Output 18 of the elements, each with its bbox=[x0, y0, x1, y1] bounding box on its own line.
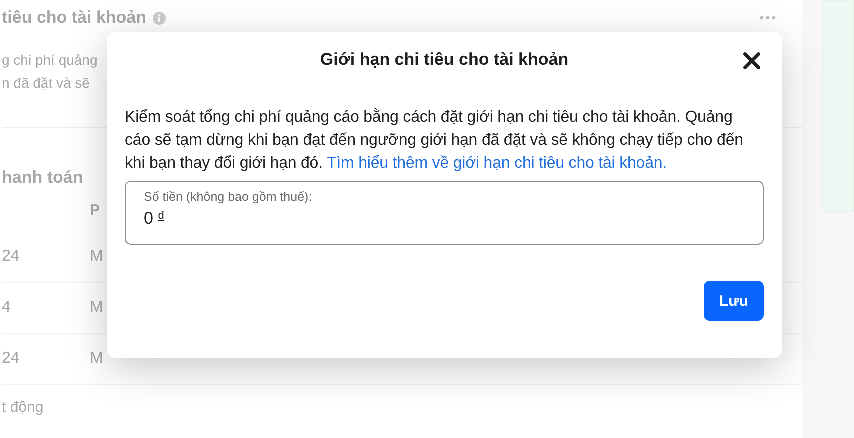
table-cell-text: 24 bbox=[2, 248, 21, 266]
learn-more-link[interactable]: Tìm hiểu thêm về giới hạn chi tiêu cho tài khoản. bbox=[327, 155, 668, 172]
section-title: hanh toán bbox=[2, 168, 84, 188]
table-cell-text: 24 bbox=[2, 350, 21, 368]
table-cell: M bbox=[90, 350, 104, 368]
dialog-title: Giới hạn chi tiêu cho tài khoản bbox=[320, 50, 569, 70]
table-cell-text: 4 bbox=[2, 299, 12, 317]
description-paragraph: Kiểm soát tổng chi phí quảng cáo bằng cách đặt giới hạn chi tiêu cho tài khoản. Quảng cáo sẽ tạm dừng khi bạn đạt đến ngưỡng giới hạn đã đặt và sẽ không chạy tiếp cho đến khi bạn thay đổi giới hạn đó. Tìm hiểu thêm về giới hạn chi tiêu cho tài khoản. bbox=[125, 107, 744, 174]
link-text[interactable]: t động bbox=[2, 399, 802, 416]
table-cell: M bbox=[90, 299, 104, 317]
card-title: tiêu cho tài khoản bbox=[2, 8, 147, 28]
save-button[interactable]: Lưu bbox=[704, 281, 764, 321]
description-text: n đã đặt và sẽ bbox=[2, 74, 90, 93]
info-icon bbox=[152, 12, 166, 24]
description-text: g chi phí quảng bbox=[2, 51, 98, 70]
table-cell: M bbox=[90, 248, 104, 266]
amount-field[interactable]: Số tiền (không bao gồm thuế): 0 $^{đ}$ bbox=[125, 181, 764, 245]
column-header: P bbox=[90, 202, 100, 221]
